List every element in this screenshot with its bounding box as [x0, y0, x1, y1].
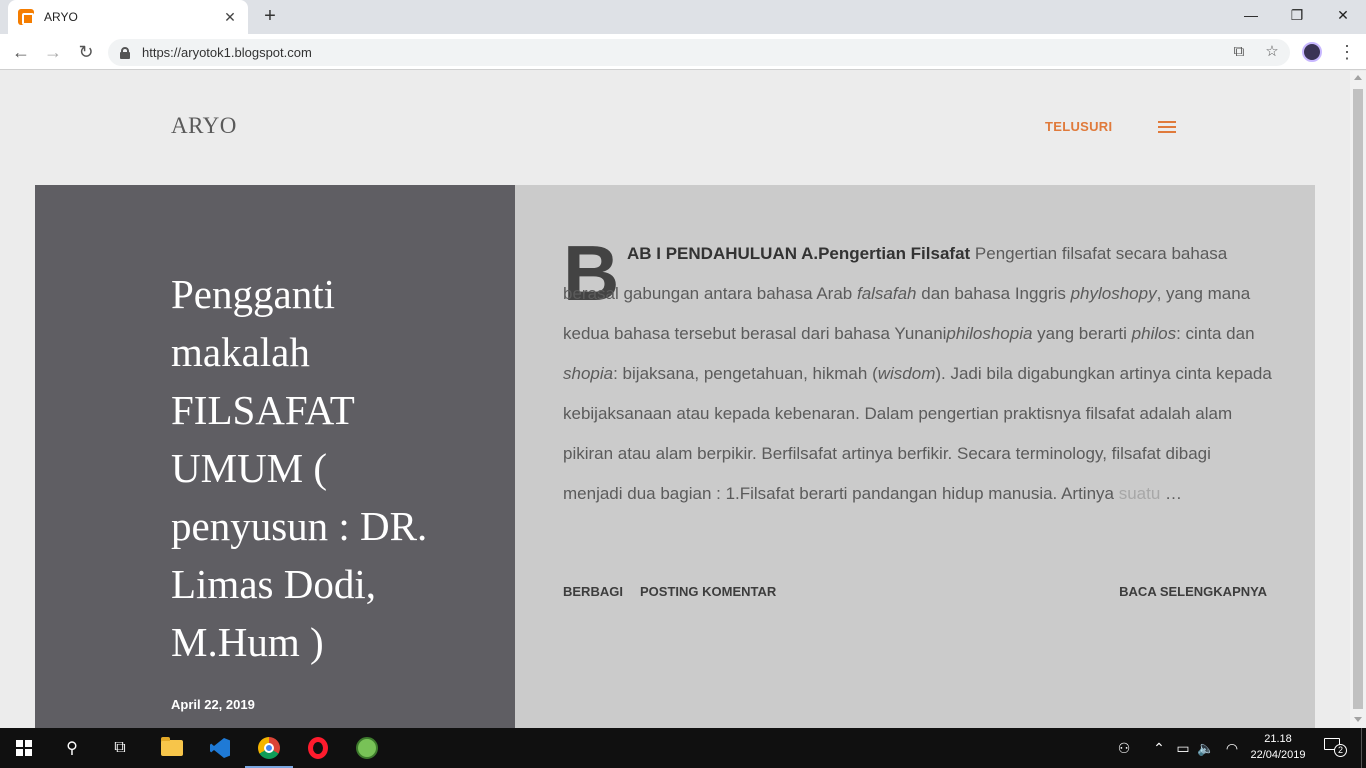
search-link[interactable]: TELUSURI — [1045, 119, 1112, 134]
volume-icon[interactable]: 🔈 — [1196, 728, 1216, 768]
post-actions: BERBAGI POSTING KOMENTAR BACA SELENGKAPN… — [563, 584, 1267, 600]
blog-title[interactable]: ARYO — [171, 113, 237, 139]
notification-count: 2 — [1334, 744, 1347, 757]
post-excerpt: AB I PENDAHULUAN A.Pengertian Filsafat P… — [563, 244, 1272, 503]
clock-time: 21.18 — [1264, 733, 1292, 745]
profile-avatar[interactable] — [1302, 42, 1322, 62]
page-viewport: ARYO TELUSURI Pengganti makalah FILSAFAT… — [0, 71, 1350, 728]
show-desktop-button[interactable] — [1361, 728, 1366, 768]
browser-menu-icon[interactable]: ⋮ — [1338, 41, 1356, 63]
forward-button[interactable]: → — [41, 41, 65, 63]
bookmark-star-icon[interactable]: ☆ — [1263, 43, 1281, 61]
people-icon[interactable]: ⚇ — [1114, 728, 1134, 768]
maximize-button[interactable]: ❐ — [1274, 0, 1320, 30]
start-button[interactable] — [0, 728, 48, 768]
browser-tab-strip: ARYO ✕ + — ❐ ✕ — [0, 0, 1366, 34]
wifi-icon[interactable]: ◠ — [1222, 728, 1242, 768]
chrome-button[interactable] — [245, 728, 293, 768]
post-comment-button[interactable]: POSTING KOMENTAR — [640, 584, 776, 599]
post-card: Pengganti makalah FILSAFAT UMUM ( penyus… — [35, 185, 1315, 728]
action-center-button[interactable]: 2 — [1322, 738, 1347, 758]
window-controls: — ❐ ✕ — [1228, 0, 1366, 34]
opera-icon — [308, 737, 328, 759]
hamburger-menu-icon[interactable] — [1158, 120, 1176, 134]
excerpt-heading: AB I PENDAHULUAN A.Pengertian Filsafat — [627, 244, 971, 263]
vscode-button[interactable] — [196, 728, 244, 768]
scrollbar-thumb[interactable] — [1353, 89, 1363, 709]
search-icon[interactable]: ⚲ — [48, 728, 96, 768]
battery-icon[interactable]: ▭ — [1174, 728, 1192, 768]
scroll-down-arrow-icon[interactable] — [1354, 717, 1362, 722]
translate-icon[interactable]: ⧉ — [1230, 43, 1248, 61]
blogger-favicon-icon — [18, 9, 34, 25]
browser-tab[interactable]: ARYO ✕ — [8, 0, 248, 34]
close-window-button[interactable]: ✕ — [1320, 0, 1366, 30]
file-explorer-button[interactable] — [148, 728, 196, 768]
address-bar[interactable]: https://aryotok1.blogspot.com — [108, 39, 1290, 66]
tab-close-icon[interactable]: ✕ — [222, 9, 238, 26]
reload-button[interactable]: ↻ — [74, 41, 98, 63]
system-clock[interactable]: 21.18 22/04/2019 — [1248, 731, 1308, 763]
chevron-up-icon[interactable]: ⌃ — [1150, 728, 1168, 768]
share-button[interactable]: BERBAGI — [563, 584, 623, 599]
clock-date: 22/04/2019 — [1250, 749, 1306, 761]
post-header-panel: Pengganti makalah FILSAFAT UMUM ( penyus… — [35, 185, 515, 728]
new-tab-button[interactable]: + — [258, 5, 282, 29]
android-studio-icon — [356, 737, 378, 759]
page-scrollbar[interactable] — [1350, 71, 1366, 728]
android-studio-button[interactable] — [343, 728, 391, 768]
scroll-up-arrow-icon[interactable] — [1354, 75, 1362, 80]
folder-icon — [161, 737, 183, 756]
windows-logo-icon — [16, 740, 32, 756]
post-body-panel: B AB I PENDAHULUAN A.Pengertian Filsafat… — [515, 185, 1315, 728]
minimize-button[interactable]: — — [1228, 0, 1274, 30]
url-text[interactable]: https://aryotok1.blogspot.com — [142, 45, 312, 60]
vscode-icon — [210, 738, 230, 758]
windows-taskbar: ⚲ ⧉ ⚇ ⌃ ▭ 🔈 ◠ 21.18 22/04/2019 2 — [0, 728, 1366, 768]
read-more-button[interactable]: BACA SELENGKAPNYA — [1119, 584, 1267, 599]
opera-button[interactable] — [294, 728, 342, 768]
post-date[interactable]: April 22, 2019 — [171, 697, 255, 712]
chrome-icon — [258, 737, 280, 759]
tab-title: ARYO — [44, 10, 78, 24]
task-view-icon[interactable]: ⧉ — [96, 728, 144, 768]
post-title[interactable]: Pengganti makalah FILSAFAT UMUM ( penyus… — [171, 265, 471, 671]
lock-icon[interactable] — [120, 46, 130, 59]
back-button[interactable]: ← — [9, 41, 33, 63]
browser-toolbar: ← → ↻ https://aryotok1.blogspot.com ⧉ ☆ … — [0, 34, 1366, 70]
